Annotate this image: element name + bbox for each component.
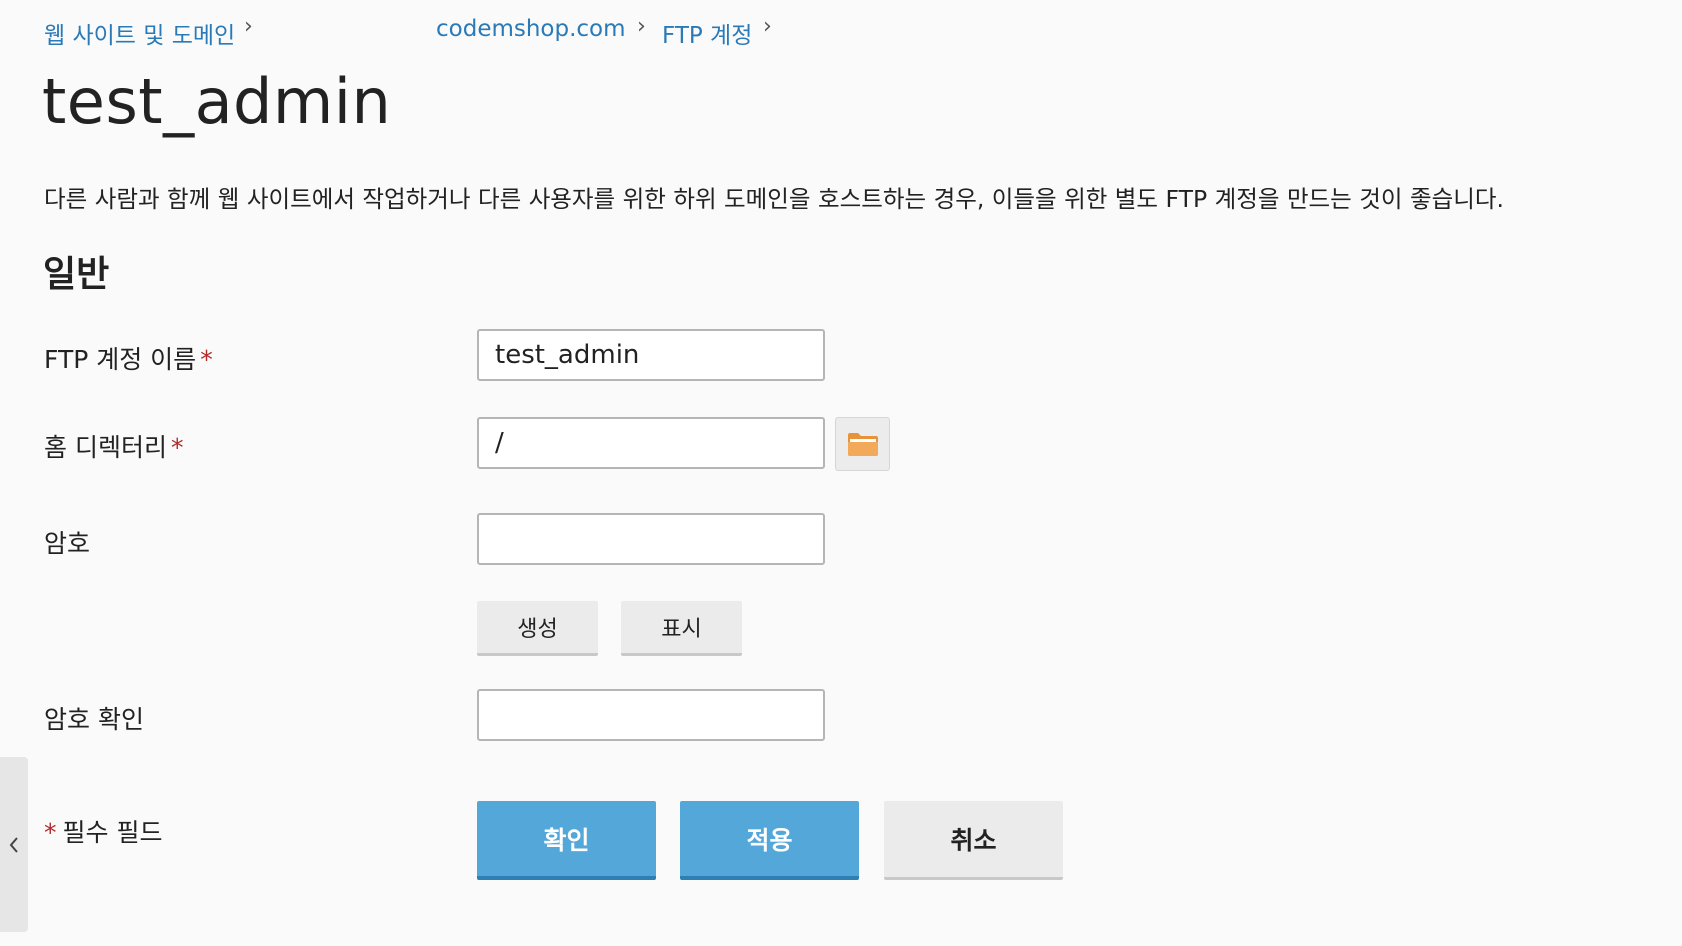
- breadcrumb-separator-icon: ›: [244, 14, 253, 39]
- password-confirm-label: 암호 확인: [44, 700, 144, 736]
- folder-icon: [847, 433, 878, 456]
- required-asterisk: *: [44, 818, 57, 847]
- home-directory-input[interactable]: [477, 417, 825, 469]
- breadcrumb-separator-icon: ›: [763, 14, 772, 39]
- ftp-account-name-input[interactable]: [477, 329, 825, 381]
- ftp-account-name-label: FTP 계정 이름 *: [44, 340, 213, 376]
- required-asterisk: *: [170, 433, 184, 462]
- required-fields-note: * 필수 필드: [44, 813, 162, 849]
- breadcrumb-domain[interactable]: codemshop.com: [436, 16, 626, 42]
- browse-directory-button[interactable]: [835, 417, 890, 471]
- breadcrumb-ftp-accounts[interactable]: FTP 계정: [662, 16, 752, 50]
- generate-password-button[interactable]: 생성: [477, 601, 598, 656]
- password-input[interactable]: [477, 513, 825, 565]
- required-fields-note-text: 필수 필드: [62, 818, 163, 847]
- side-panel-toggle[interactable]: [0, 757, 28, 932]
- apply-button[interactable]: 적용: [680, 801, 859, 880]
- ftp-account-edit-page: 웹 사이트 및 도메인 › codemshop.com › FTP 계정 › t…: [0, 0, 1682, 946]
- show-password-button[interactable]: 표시: [621, 601, 742, 656]
- password-label-text: 암호: [44, 529, 91, 558]
- required-asterisk: *: [200, 345, 213, 374]
- breadcrumb-websites-domains[interactable]: 웹 사이트 및 도메인: [44, 16, 235, 50]
- password-confirm-input[interactable]: [477, 689, 825, 741]
- page-description: 다른 사람과 함께 웹 사이트에서 작업하거나 다른 사용자를 위한 하위 도메…: [44, 185, 1504, 213]
- ftp-account-name-label-text: FTP 계정 이름: [44, 345, 197, 374]
- breadcrumb-separator-icon: ›: [637, 14, 646, 39]
- password-label: 암호: [44, 524, 90, 560]
- section-title-general: 일반: [43, 254, 110, 295]
- password-confirm-label-text: 암호 확인: [44, 705, 144, 734]
- ok-button[interactable]: 확인: [477, 801, 656, 880]
- breadcrumb: 웹 사이트 및 도메인 › codemshop.com › FTP 계정 ›: [44, 14, 1638, 50]
- page-title: test_admin: [42, 65, 392, 138]
- chevron-left-icon: [9, 836, 18, 853]
- home-directory-label-text: 홈 디렉터리: [44, 433, 167, 462]
- home-directory-label: 홈 디렉터리 *: [44, 428, 183, 464]
- cancel-button[interactable]: 취소: [884, 801, 1063, 880]
